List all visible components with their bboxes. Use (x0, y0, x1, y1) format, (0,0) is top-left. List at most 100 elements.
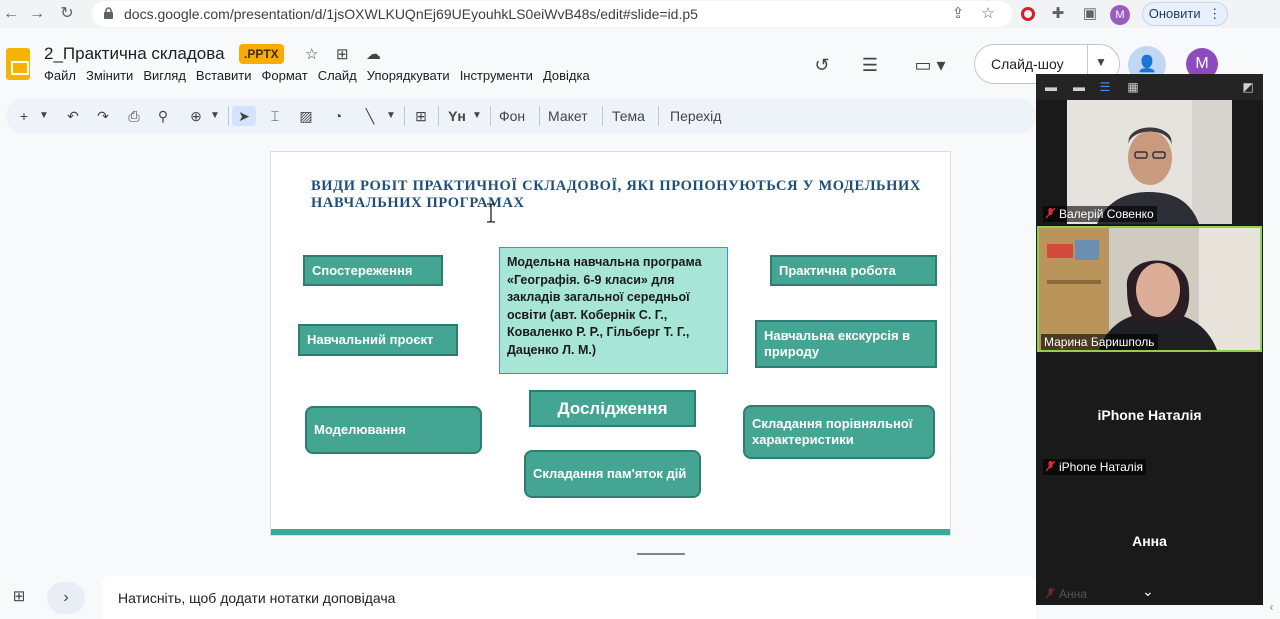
star-icon[interactable]: ☆ (305, 45, 318, 63)
participant-name-tag: Анна (1043, 586, 1090, 602)
view-strip-icon[interactable]: ☰ (1098, 80, 1112, 94)
opera-extension-icon[interactable] (1018, 4, 1038, 24)
reload-icon[interactable]: ↻ (56, 3, 78, 25)
participant-tile-active-speaker[interactable]: Марина Баришполь (1037, 226, 1262, 352)
paint-format-icon[interactable]: ⚲ (154, 106, 172, 126)
extensions-icon[interactable]: ✚ (1048, 4, 1068, 24)
move-folder-icon[interactable]: ⊞ (336, 45, 349, 63)
line-icon[interactable]: ╲ (360, 106, 380, 126)
comments-icon[interactable]: ☰ (857, 52, 883, 78)
meeting-panel-toolbar: ▬ ▬ ☰ ▦ ◩ (1036, 74, 1263, 100)
new-slide-icon[interactable]: + (16, 106, 32, 126)
box-research[interactable]: Дослідження (529, 390, 696, 427)
menu-help[interactable]: Довідка (543, 68, 590, 83)
back-icon[interactable]: ← (0, 3, 22, 25)
editing-toolbar: + ▼ ↶ ↷ ⎙ ⚲ ⊕ ▼ ➤ ⌶ ▨ ◔ ╲ ▼ ⊞ Yн ▼ Фон М… (6, 98, 1036, 134)
participant-name-tag: iPhone Наталія (1043, 459, 1146, 475)
slide-title[interactable]: ВИДИ РОБІТ ПРАКТИЧНОЇ СКЛАДОВОЇ, ЯКІ ПРО… (311, 178, 921, 212)
address-bar[interactable]: docs.google.com/presentation/d/1jsOXWLKU… (92, 1, 1012, 27)
layout-button[interactable]: Макет (548, 106, 588, 126)
box-comparison[interactable]: Складання порівняльної характеристики (743, 405, 935, 459)
speaker-notes-input[interactable]: Натисніть, щоб додати нотатки доповідача (102, 576, 1036, 619)
menu-file[interactable]: Файл (44, 68, 76, 83)
share-icon[interactable]: ⇪ (948, 4, 968, 24)
input-tools-icon[interactable]: Yн (446, 106, 468, 126)
popout-icon[interactable]: ◩ (1240, 80, 1256, 94)
toolbar-separator (438, 106, 439, 126)
menu-arrange[interactable]: Упорядкувати (367, 68, 450, 83)
side-panel-icon[interactable]: ▣ (1080, 4, 1100, 24)
input-tools-dropdown-icon[interactable]: ▼ (471, 106, 483, 126)
add-comment-icon[interactable]: ⊞ (410, 106, 432, 126)
text-cursor-icon (487, 203, 495, 223)
cloud-status-icon[interactable]: ☁ (366, 45, 381, 63)
bookmark-star-icon[interactable]: ☆ (978, 4, 998, 24)
menu-slide[interactable]: Слайд (318, 68, 357, 83)
menu-format[interactable]: Формат (262, 68, 308, 83)
box-practical-work[interactable]: Практична робота (770, 255, 937, 286)
toolbar-separator (539, 106, 540, 126)
document-title[interactable]: 2_Практична складова (44, 44, 225, 64)
participant-name-tag: Марина Баришполь (1041, 334, 1158, 350)
chevron-down-icon[interactable]: ▼ (1095, 55, 1107, 69)
chevron-left-icon[interactable]: ‹ (1263, 600, 1280, 619)
zoom-dropdown-icon[interactable]: ▼ (209, 106, 221, 126)
box-project[interactable]: Навчальний проєкт (298, 324, 458, 356)
box-observation[interactable]: Спостереження (303, 255, 443, 286)
participant-display-name: iPhone Наталія (1097, 407, 1202, 423)
participant-video-image (1039, 228, 1260, 350)
slides-logo-icon[interactable] (6, 48, 30, 80)
view-grid-icon[interactable]: ▦ (1126, 80, 1140, 94)
toolbar-separator (404, 106, 405, 126)
meeting-panel: ▬ ▬ ☰ ▦ ◩ Валерій Совенко Марина Баришпо… (1036, 74, 1263, 605)
muted-mic-icon (1046, 461, 1055, 472)
profile-icon[interactable]: M (1110, 4, 1130, 25)
undo-icon[interactable]: ↶ (64, 106, 82, 126)
text-box-icon[interactable]: ⌶ (264, 106, 286, 126)
theme-button[interactable]: Тема (612, 106, 645, 126)
update-button[interactable]: Оновити ⋮ (1142, 2, 1228, 26)
view-single-icon[interactable]: ▬ (1072, 80, 1086, 94)
notes-resize-handle[interactable] (637, 553, 685, 555)
lock-icon (104, 7, 113, 19)
print-icon[interactable]: ⎙ (124, 106, 144, 126)
file-type-badge: .PPTX (239, 44, 284, 64)
participant-tile[interactable]: Валерій Совенко (1037, 100, 1262, 224)
toolbar-separator (490, 106, 491, 126)
chevron-right-icon[interactable]: › (47, 582, 85, 614)
chevron-down-icon[interactable]: ⌄ (1142, 583, 1154, 600)
transition-button[interactable]: Перехід (670, 106, 721, 126)
menu-tools[interactable]: Інструменти (460, 68, 533, 83)
grid-view-icon[interactable]: ⊞ (8, 586, 30, 608)
menu-bar: Файл Змінити Вигляд Вставити Формат Слайд Упор… (44, 68, 600, 83)
redo-icon[interactable]: ↷ (94, 106, 112, 126)
toolbar-separator (228, 106, 229, 126)
shape-icon[interactable]: ◔ (328, 106, 348, 126)
background-button[interactable]: Фон (499, 106, 525, 126)
participant-display-name: Анна (1132, 533, 1167, 549)
insert-image-icon[interactable]: ▨ (296, 106, 316, 126)
menu-edit[interactable]: Змінити (86, 68, 133, 83)
new-slide-dropdown-icon[interactable]: ▼ (38, 106, 50, 126)
menu-insert[interactable]: Вставити (196, 68, 252, 83)
url-text: docs.google.com/presentation/d/1jsOXWLKU… (124, 6, 698, 22)
line-dropdown-icon[interactable]: ▼ (385, 106, 397, 126)
meet-camera-icon[interactable]: ▭ ▾ (910, 52, 950, 78)
box-modeling[interactable]: Моделювання (305, 406, 482, 454)
box-excursion[interactable]: Навчальна екскурсія в природу (755, 320, 937, 368)
slide[interactable]: ВИДИ РОБІТ ПРАКТИЧНОЇ СКЛАДОВОЇ, ЯКІ ПРО… (270, 151, 951, 536)
muted-mic-icon (1046, 588, 1055, 599)
box-memo[interactable]: Складання пам'яток дій (524, 450, 701, 498)
menu-view[interactable]: Вигляд (143, 68, 186, 83)
participant-tile[interactable]: iPhone Наталія iPhone Наталія (1037, 354, 1262, 478)
slide-footer-bar (271, 529, 950, 535)
minimize-icon[interactable]: ▬ (1044, 80, 1058, 94)
center-program-box[interactable]: Модельна навчальна програма «Географія. … (499, 247, 728, 374)
forward-icon[interactable]: → (26, 3, 48, 25)
muted-mic-icon (1046, 208, 1055, 219)
select-pointer-icon[interactable]: ➤ (232, 106, 256, 126)
version-history-icon[interactable]: ↺ (809, 52, 835, 78)
toolbar-separator (658, 106, 659, 126)
zoom-icon[interactable]: ⊕ (186, 106, 206, 126)
browser-toolbar: ← → ↻ docs.google.com/presentation/d/1js… (0, 0, 1280, 28)
